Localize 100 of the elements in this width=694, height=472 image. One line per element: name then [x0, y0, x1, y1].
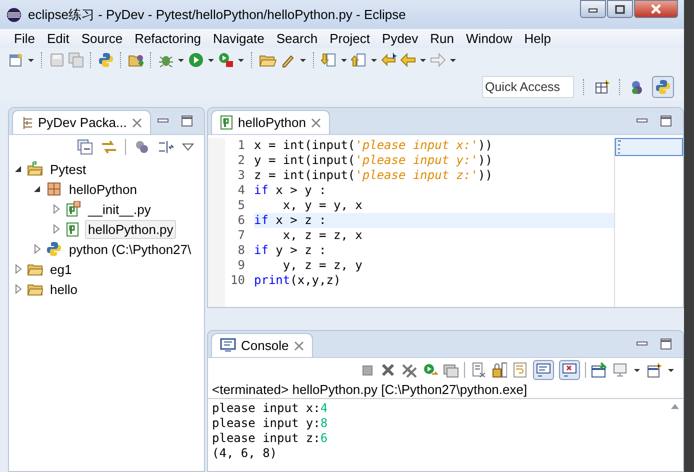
- maximize-icon[interactable]: [659, 337, 673, 351]
- minimize-button[interactable]: [580, 0, 606, 18]
- line-number: 6: [236, 213, 246, 228]
- code-line: y = int(input('please input y:')): [254, 153, 494, 168]
- tree-item[interactable]: __init__.py: [85, 200, 154, 218]
- next-annotation-icon[interactable]: [321, 52, 337, 68]
- word-wrap-icon[interactable]: [512, 362, 528, 378]
- code-line: if y > z :: [254, 243, 328, 258]
- close-icon[interactable]: [310, 118, 321, 128]
- maximize-icon: [615, 4, 625, 14]
- remove-icon[interactable]: [380, 362, 396, 378]
- close-icon[interactable]: [294, 340, 304, 350]
- tree-item[interactable]: Pytest: [47, 160, 90, 178]
- line-number: 7: [236, 228, 246, 243]
- explorer-tab[interactable]: PyDev Packa...: [12, 110, 151, 134]
- console-tab[interactable]: Console: [211, 333, 313, 357]
- code-line: x, z = z, x: [282, 228, 364, 243]
- previous-annotation-icon[interactable]: [351, 52, 367, 68]
- python-logo-icon[interactable]: [652, 76, 674, 98]
- code-line: y, z = z, y: [282, 258, 364, 273]
- menu-item[interactable]: Search: [270, 31, 324, 46]
- menu-item[interactable]: Project: [324, 31, 376, 46]
- link-editor-icon[interactable]: [101, 139, 117, 155]
- clear-console-icon[interactable]: [470, 362, 486, 378]
- play-icon[interactable]: [188, 52, 204, 68]
- collapsed-triangle-icon[interactable]: [13, 284, 23, 294]
- collapse-all-icon[interactable]: [77, 139, 93, 155]
- menu-item[interactable]: Edit: [40, 31, 76, 46]
- tree-item[interactable]: hello: [47, 280, 80, 298]
- folder-icon[interactable]: [128, 52, 144, 68]
- menu-item[interactable]: Help: [518, 31, 558, 46]
- show-on-error-icon[interactable]: [559, 360, 580, 380]
- maximize-icon[interactable]: [659, 114, 673, 128]
- line-number: 1: [236, 138, 246, 153]
- collapsed-triangle-icon[interactable]: [32, 244, 42, 254]
- tree-item[interactable]: eg1: [47, 260, 75, 278]
- display-console-icon[interactable]: [612, 362, 628, 378]
- tree-item[interactable]: helloPython.py: [85, 220, 176, 238]
- python-file-icon: [65, 201, 81, 217]
- code-line: z = int(input('please input z:')): [254, 168, 494, 183]
- menu-item[interactable]: Source: [75, 31, 129, 46]
- menu-item[interactable]: File: [8, 31, 41, 46]
- collapsed-triangle-icon[interactable]: [13, 264, 23, 274]
- line-number: 10: [230, 273, 246, 288]
- expanded-triangle-icon[interactable]: [32, 184, 42, 194]
- view-menu-icon[interactable]: [182, 141, 194, 153]
- new-file-icon[interactable]: [8, 52, 24, 68]
- menu-item[interactable]: Refactoring: [128, 31, 208, 46]
- console-line: please input x:4: [212, 401, 329, 416]
- package-explorer-icon: [21, 116, 33, 130]
- python-logo-icon: [46, 241, 62, 257]
- last-edit-icon[interactable]: [381, 52, 397, 68]
- window-title: eclipse练习 - PyDev - Pytest/helloPython/helloPython.py - Eclipse: [28, 6, 407, 24]
- line-number: 4: [236, 183, 246, 198]
- monitor-icon: [220, 338, 236, 353]
- run-external-icon[interactable]: [218, 52, 234, 68]
- menu-item[interactable]: Run: [424, 31, 460, 46]
- console-status: <terminated> helloPython.py [C:\Python27\python.exe]: [208, 382, 683, 399]
- python-file-icon: [65, 221, 81, 237]
- console-list-icon[interactable]: [443, 362, 459, 378]
- new-console-icon[interactable]: [646, 362, 662, 378]
- line-number: 3: [236, 168, 246, 183]
- python-logo-icon[interactable]: [98, 52, 114, 68]
- overview-ruler-thumb[interactable]: [615, 138, 683, 156]
- remove-all-icon[interactable]: [401, 362, 417, 378]
- code-line: x, y = y, x: [282, 198, 364, 213]
- filter-icon[interactable]: [134, 139, 150, 155]
- line-number: 9: [236, 258, 246, 273]
- package-icon: [46, 181, 62, 197]
- line-number: 8: [236, 243, 246, 258]
- eclipse-logo-icon: [6, 6, 22, 22]
- code-line: if x > y :: [254, 183, 328, 198]
- line-number: 2: [236, 153, 246, 168]
- tree-item[interactable]: helloPython: [66, 180, 140, 198]
- menu-item[interactable]: Pydev: [376, 31, 424, 46]
- maximize-button[interactable]: [607, 0, 633, 18]
- tree-item[interactable]: python (C:\Python27\: [66, 240, 194, 258]
- pin-console-icon[interactable]: [591, 362, 607, 378]
- console-line: please input z:6: [212, 431, 329, 446]
- show-on-output-icon[interactable]: [533, 360, 554, 380]
- menu-item[interactable]: Navigate: [207, 31, 270, 46]
- close-icon: [650, 4, 662, 14]
- editor-tab[interactable]: helloPython: [211, 110, 330, 134]
- code-line: x = int(input('please input x:')): [254, 138, 494, 153]
- maximize-icon[interactable]: [180, 114, 194, 128]
- console-line: (4, 6, 8): [212, 446, 278, 461]
- menu-item[interactable]: Window: [460, 31, 518, 46]
- close-icon[interactable]: [132, 118, 142, 128]
- python-file-icon: [220, 115, 233, 130]
- project-folder-icon: [27, 161, 43, 177]
- relaunch-icon[interactable]: [422, 362, 438, 378]
- collapsed-triangle-icon[interactable]: [51, 224, 61, 234]
- expanded-triangle-icon[interactable]: [13, 164, 23, 174]
- code-line: print(x,y,z): [254, 273, 342, 288]
- collapsed-triangle-icon[interactable]: [51, 204, 61, 214]
- quick-access-field[interactable]: Quick Access: [482, 76, 574, 98]
- scroll-lock-icon[interactable]: [491, 362, 507, 378]
- console-line: please input y:8: [212, 416, 329, 431]
- close-button[interactable]: [634, 0, 678, 18]
- open-perspective-icon[interactable]: [594, 78, 610, 94]
